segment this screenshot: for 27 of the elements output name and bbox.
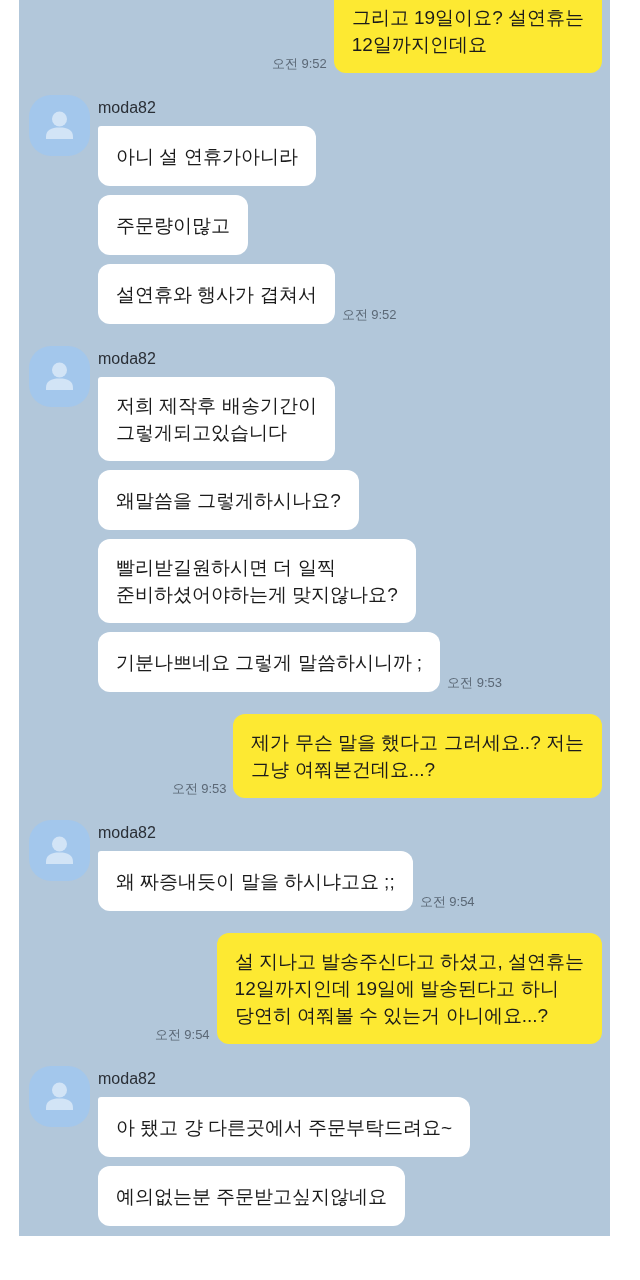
message-time: 오전 9:52: [271, 56, 327, 72]
received-message-bubble: 아 됐고 걍 다른곳에서 주문부탁드려요~: [98, 1097, 471, 1157]
received-message-bubble: 왜 짜증내듯이 말을 하시냐고요 ;;: [98, 851, 413, 911]
received-message-bubble: 예의없는분 주문받고싶지않네요: [98, 1166, 406, 1226]
received-message-bubble: 기분나쁘네요 그렇게 말씀하시니까 ;: [98, 632, 441, 692]
sender-name: moda82: [98, 349, 156, 369]
message-time: 오전 9:54: [154, 1027, 210, 1043]
message-time: 오전 9:53: [447, 675, 503, 691]
message-time: 오전 9:54: [419, 894, 475, 910]
profile-avatar-icon[interactable]: [29, 95, 90, 156]
profile-avatar-icon[interactable]: [29, 820, 90, 881]
sender-name: moda82: [98, 98, 156, 118]
profile-avatar-icon[interactable]: [29, 346, 90, 407]
profile-avatar-icon[interactable]: [29, 1066, 90, 1127]
received-message-bubble: 주문량이많고: [98, 195, 248, 255]
received-message-bubble: 아니 설 연휴가아니라: [98, 126, 316, 186]
sender-name: moda82: [98, 1069, 156, 1089]
sent-message-bubble: 설 지나고 발송주신다고 하셨고, 설연휴는 12일까지인데 19일에 발송된다고 하니 당연히 여쭤볼 수 있는거 아니에요...?: [216, 933, 602, 1044]
message-time: 오전 9:52: [341, 307, 397, 323]
received-message-bubble: 왜말씀을 그렇게하시나요?: [98, 470, 359, 530]
received-message-bubble: 빨리받길원하시면 더 일찍 준비하셨어야하는게 맞지않나요?: [98, 539, 416, 623]
sent-message-bubble: 제가 무슨 말을 했다고 그러세요..? 저는 그냥 여쭤본건데요...?: [233, 714, 602, 798]
received-message-bubble: 저희 제작후 배송기간이 그렇게되고있습니다: [98, 377, 335, 461]
sent-message-bubble: 그리고 19일이요? 설연휴는 12일까지인데요: [333, 0, 602, 73]
message-time: 오전 9:53: [171, 781, 227, 797]
received-message-bubble: 설연휴와 행사가 겹쳐서: [98, 264, 335, 324]
sender-name: moda82: [98, 823, 156, 843]
